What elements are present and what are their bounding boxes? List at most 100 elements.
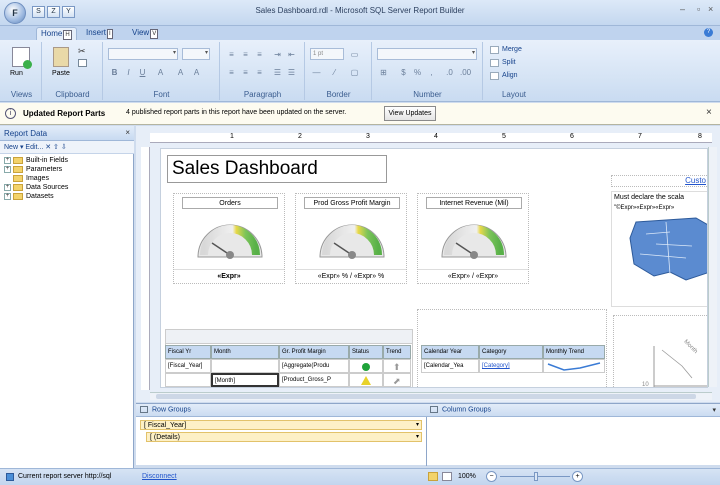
category-link[interactable]: [Category]: [479, 359, 543, 373]
tree-item-data-sources[interactable]: + Data Sources: [4, 183, 132, 192]
split-icon[interactable]: [490, 59, 499, 67]
row-group-details[interactable]: [ (Details) ▾: [146, 432, 422, 442]
borders-icon[interactable]: ▢: [348, 66, 361, 78]
table-cell[interactable]: [Product_Gross_P: [279, 373, 349, 387]
merge-icon[interactable]: [490, 46, 499, 54]
report-title[interactable]: Sales Dashboard: [167, 155, 387, 183]
table-header[interactable]: Fiscal Yr: [165, 345, 211, 359]
table-cell[interactable]: [211, 359, 279, 373]
zoom-in-button[interactable]: +: [572, 471, 583, 482]
grow-font-icon[interactable]: A: [174, 66, 187, 78]
map-panel[interactable]: Must declare the scala "©Expr»«Expr»«Exp…: [611, 191, 707, 307]
copy-icon[interactable]: [78, 59, 87, 67]
tree-item-images[interactable]: Images: [4, 174, 132, 183]
horizontal-scrollbar[interactable]: [150, 392, 712, 400]
run-button[interactable]: Run: [10, 70, 23, 77]
merge-button[interactable]: Merge: [502, 46, 522, 53]
table-handle-row[interactable]: [166, 330, 412, 344]
tree-item-datasets[interactable]: + Datasets: [4, 192, 132, 201]
table-header[interactable]: Status: [349, 345, 383, 359]
gauge-panel-orders[interactable]: Orders «Expr»: [173, 193, 285, 284]
number-format-select[interactable]: ▾: [377, 48, 477, 60]
expand-icon[interactable]: +: [4, 166, 11, 173]
tab-view[interactable]: View V: [128, 27, 162, 40]
run-icon[interactable]: [12, 47, 32, 69]
view-updates-button[interactable]: View Updates: [384, 106, 436, 121]
expand-icon[interactable]: +: [4, 193, 11, 200]
border-style-icon[interactable]: —: [310, 66, 323, 78]
indent-icon[interactable]: ⇥: [271, 48, 284, 60]
matrix-header[interactable]: Category: [479, 345, 543, 359]
font-size-select[interactable]: ▾: [182, 48, 210, 60]
split-button[interactable]: Split: [502, 59, 516, 66]
expand-icon[interactable]: +: [4, 184, 11, 191]
placeholder-icon[interactable]: ⊞: [377, 66, 390, 78]
expand-icon[interactable]: +: [4, 157, 11, 164]
table-cell[interactable]: [165, 373, 211, 387]
border-width-select[interactable]: 1 pt: [310, 48, 344, 60]
tree-item-built-in-fields[interactable]: + Built-in Fields: [4, 156, 132, 165]
line-chart-panel[interactable]: Month 10: [613, 315, 707, 387]
zoom-out-button[interactable]: −: [486, 471, 497, 482]
outdent-icon[interactable]: ⇤: [285, 48, 298, 60]
increase-decimal-icon[interactable]: .0: [443, 66, 456, 78]
tab-home[interactable]: Home H: [36, 27, 77, 40]
table-cell[interactable]: [Aggregate(Produ: [279, 359, 349, 373]
report-data-toolbar[interactable]: New ▾ Edit... ✕ ⇧ ⇩: [0, 141, 134, 154]
percent-icon[interactable]: %: [411, 66, 424, 78]
trend-cell[interactable]: ⬆: [383, 359, 411, 373]
pane-close-button[interactable]: ×: [125, 128, 130, 137]
align-center-icon[interactable]: ≡: [239, 48, 252, 60]
valign-middle-icon[interactable]: ≡: [239, 66, 252, 78]
line-color-icon[interactable]: ⁄: [328, 66, 341, 78]
table-header[interactable]: Trend: [383, 345, 411, 359]
table-header[interactable]: Month: [211, 345, 279, 359]
row-group-fiscal-year[interactable]: [ Fiscal_Year] ▾: [140, 420, 422, 430]
align-button[interactable]: Align: [502, 72, 518, 79]
infobar-close-button[interactable]: ×: [706, 107, 712, 118]
font-color-icon[interactable]: A: [154, 66, 167, 78]
align-left-icon[interactable]: ≡: [225, 48, 238, 60]
tab-insert[interactable]: Insert I: [82, 27, 117, 40]
matrix-header[interactable]: Monthly Trend: [543, 345, 605, 359]
status-cell[interactable]: [349, 373, 383, 387]
vertical-scrollbar[interactable]: [708, 147, 717, 387]
page-icon[interactable]: [442, 472, 452, 481]
cut-icon[interactable]: ✂: [78, 46, 86, 57]
font-name-select[interactable]: ▾: [108, 48, 178, 60]
italic-button[interactable]: I: [122, 66, 135, 78]
status-cell[interactable]: [349, 359, 383, 373]
valign-bottom-icon[interactable]: ≡: [253, 66, 266, 78]
bold-button[interactable]: B: [108, 66, 121, 78]
paste-button[interactable]: Paste: [52, 70, 70, 77]
valign-top-icon[interactable]: ≡: [225, 66, 238, 78]
zoom-slider-thumb[interactable]: [534, 472, 538, 481]
table-cell[interactable]: [Fiscal_Year]: [165, 359, 211, 373]
comma-icon[interactable]: ,: [425, 66, 438, 78]
paste-icon[interactable]: [53, 47, 69, 67]
sparkline-cell[interactable]: [543, 359, 605, 373]
zoom-fit-icon[interactable]: [428, 472, 438, 481]
minimize-button[interactable]: –: [680, 4, 685, 14]
numbering-icon[interactable]: ☰: [285, 66, 298, 78]
shrink-font-icon[interactable]: A: [190, 66, 203, 78]
disconnect-link[interactable]: Disconnect: [142, 473, 177, 480]
maximize-icon[interactable]: ▫: [697, 4, 700, 14]
matrix-cell[interactable]: [Calendar_Yea: [421, 359, 479, 373]
close-button[interactable]: ×: [708, 4, 713, 14]
align-right-icon[interactable]: ≡: [253, 48, 266, 60]
tree-item-parameters[interactable]: + Parameters: [4, 165, 132, 174]
help-icon[interactable]: ?: [704, 28, 713, 37]
group-dropdown-icon[interactable]: ▾: [416, 434, 419, 441]
matrix-header[interactable]: Calendar Year: [421, 345, 479, 359]
table-header[interactable]: Gr. Profit Margin: [279, 345, 349, 359]
bullets-icon[interactable]: ☰: [271, 66, 284, 78]
trend-cell[interactable]: ⬈: [383, 373, 411, 387]
decrease-decimal-icon[interactable]: .00: [459, 66, 472, 78]
currency-icon[interactable]: $: [397, 66, 410, 78]
underline-button[interactable]: U: [136, 66, 149, 78]
custom-link[interactable]: Custo: [611, 175, 707, 187]
align-icon[interactable]: [490, 72, 499, 80]
group-dropdown-icon[interactable]: ▾: [416, 422, 419, 429]
column-groups-menu-icon[interactable]: ▾: [712, 406, 716, 414]
